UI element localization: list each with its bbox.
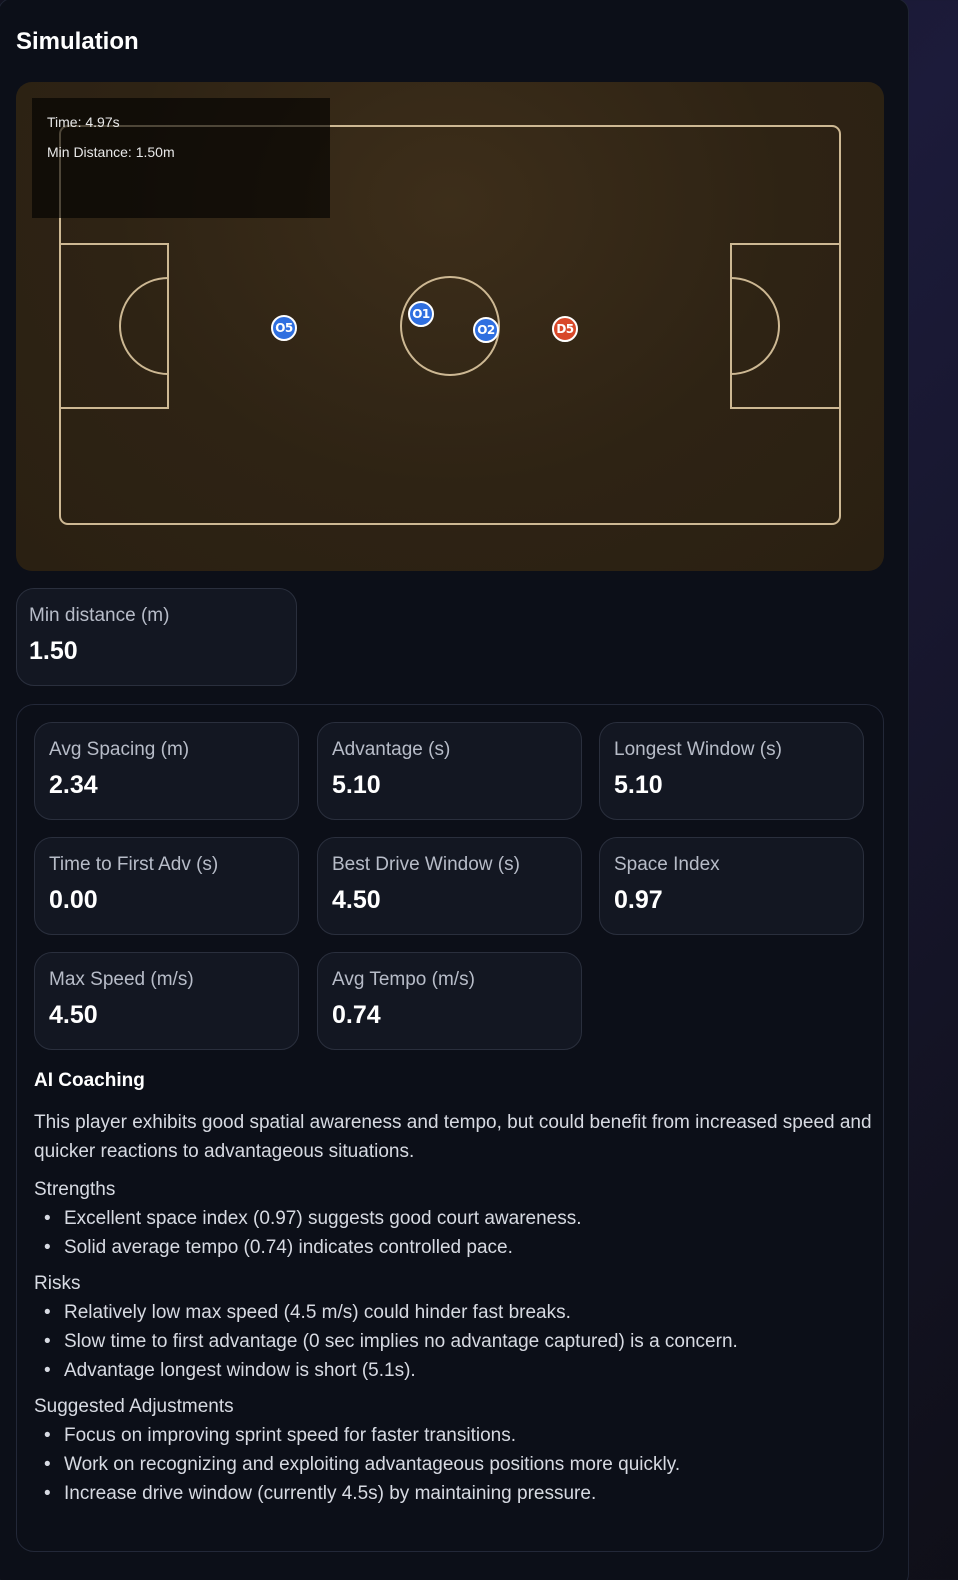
stat-card-space-index: Space Index 0.97 — [599, 837, 864, 935]
strengths-heading: Strengths — [34, 1179, 116, 1200]
ai-coaching-section: AI Coaching This player exhibits good sp… — [34, 1070, 874, 1516]
adjustments-heading: Suggested Adjustments — [34, 1396, 234, 1417]
stat-value: 5.10 — [332, 771, 381, 799]
player-o2-marker[interactable]: O2 — [473, 317, 499, 343]
left-arc — [119, 277, 169, 375]
player-d5-marker[interactable]: D5 — [552, 316, 578, 342]
list-item: Focus on improving sprint speed for fast… — [34, 1421, 874, 1450]
stat-label: Space Index — [614, 854, 720, 875]
stat-label: Avg Spacing (m) — [49, 739, 190, 760]
stat-card-avg-tempo: Avg Tempo (m/s) 0.74 — [317, 952, 582, 1050]
list-item: Work on recognizing and exploiting advan… — [34, 1450, 874, 1479]
stat-label: Longest Window (s) — [614, 739, 782, 760]
simulation-hud: Time: 4.97s Min Distance: 1.50m — [32, 98, 330, 218]
simulation-field: Time: 4.97s Min Distance: 1.50m O5 O1 O2… — [16, 82, 884, 571]
player-o5-marker[interactable]: O5 — [271, 315, 297, 341]
list-item: Excellent space index (0.97) suggests go… — [34, 1204, 874, 1233]
player-o1-marker[interactable]: O1 — [408, 301, 434, 327]
stat-value: 5.10 — [614, 771, 663, 799]
stat-value: 0.00 — [49, 886, 98, 914]
stat-card-avg-spacing: Avg Spacing (m) 2.34 — [34, 722, 299, 820]
stat-card-time-to-first-adv: Time to First Adv (s) 0.00 — [34, 837, 299, 935]
list-item: Increase drive window (currently 4.5s) b… — [34, 1479, 874, 1508]
stat-card-best-drive-window: Best Drive Window (s) 4.50 — [317, 837, 582, 935]
stat-card-max-speed: Max Speed (m/s) 4.50 — [34, 952, 299, 1050]
stat-value: 2.34 — [49, 771, 98, 799]
right-arc — [730, 277, 780, 375]
min-distance-label: Min distance (m) — [29, 605, 170, 626]
risks-list: Relatively low max speed (4.5 m/s) could… — [34, 1298, 874, 1385]
strengths-list: Excellent space index (0.97) suggests go… — [34, 1204, 874, 1262]
stat-value: 4.50 — [332, 886, 381, 914]
list-item: Relatively low max speed (4.5 m/s) could… — [34, 1298, 874, 1327]
stat-value: 0.74 — [332, 1001, 381, 1029]
ai-coaching-heading: AI Coaching — [34, 1070, 145, 1091]
risks-heading: Risks — [34, 1273, 81, 1294]
hud-min-distance: Min Distance: 1.50m — [47, 144, 175, 160]
list-item: Advantage longest window is short (5.1s)… — [34, 1356, 874, 1385]
min-distance-value: 1.50 — [29, 637, 78, 665]
stat-label: Best Drive Window (s) — [332, 854, 520, 875]
stat-value: 0.97 — [614, 886, 663, 914]
stat-label: Time to First Adv (s) — [49, 854, 219, 875]
adjustments-list: Focus on improving sprint speed for fast… — [34, 1421, 874, 1508]
list-item: Solid average tempo (0.74) indicates con… — [34, 1233, 874, 1262]
hud-time: Time: 4.97s — [47, 114, 120, 130]
list-item: Slow time to first advantage (0 sec impl… — [34, 1327, 874, 1356]
ai-coaching-summary: This player exhibits good spatial awaren… — [34, 1112, 872, 1162]
stat-label: Max Speed (m/s) — [49, 969, 194, 990]
right-penalty-box — [730, 243, 841, 409]
left-penalty-box — [59, 243, 169, 409]
min-distance-card: Min distance (m) 1.50 — [16, 588, 297, 686]
stat-card-longest-window: Longest Window (s) 5.10 — [599, 722, 864, 820]
stat-card-advantage: Advantage (s) 5.10 — [317, 722, 582, 820]
stat-value: 4.50 — [49, 1001, 98, 1029]
page-title: Simulation — [16, 28, 139, 55]
stat-label: Advantage (s) — [332, 739, 451, 760]
stat-label: Avg Tempo (m/s) — [332, 969, 475, 990]
